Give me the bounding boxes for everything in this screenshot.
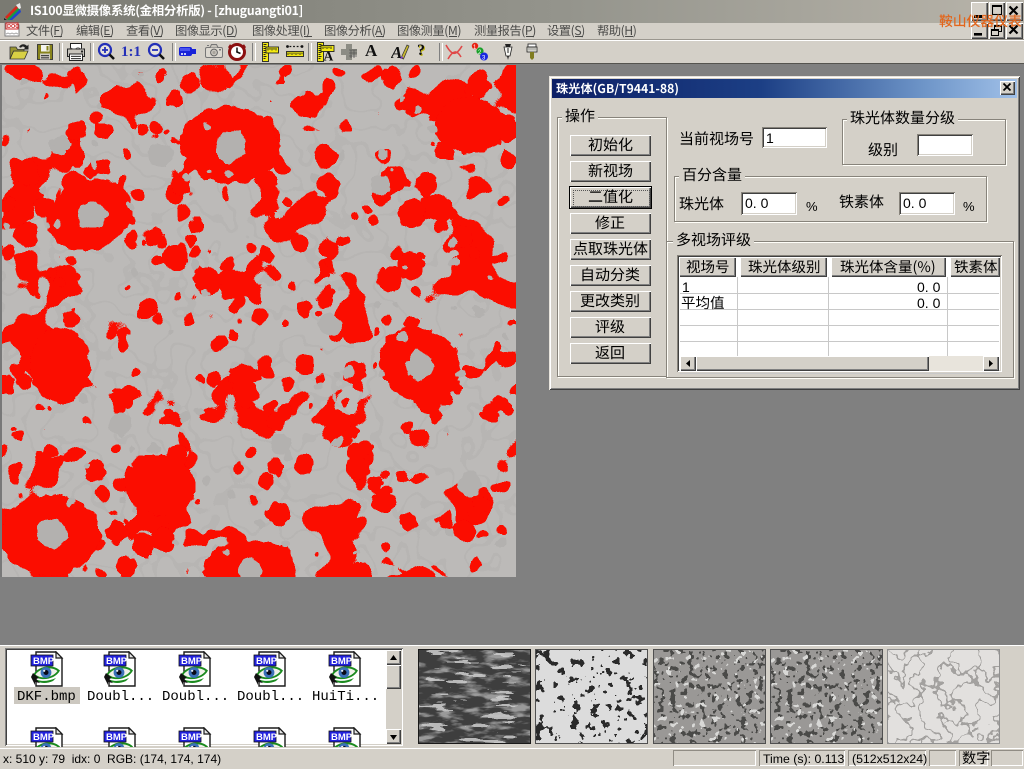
svg-text:A: A: [391, 43, 402, 62]
svg-text:A: A: [324, 49, 334, 63]
svg-text:DOC: DOC: [7, 24, 19, 30]
